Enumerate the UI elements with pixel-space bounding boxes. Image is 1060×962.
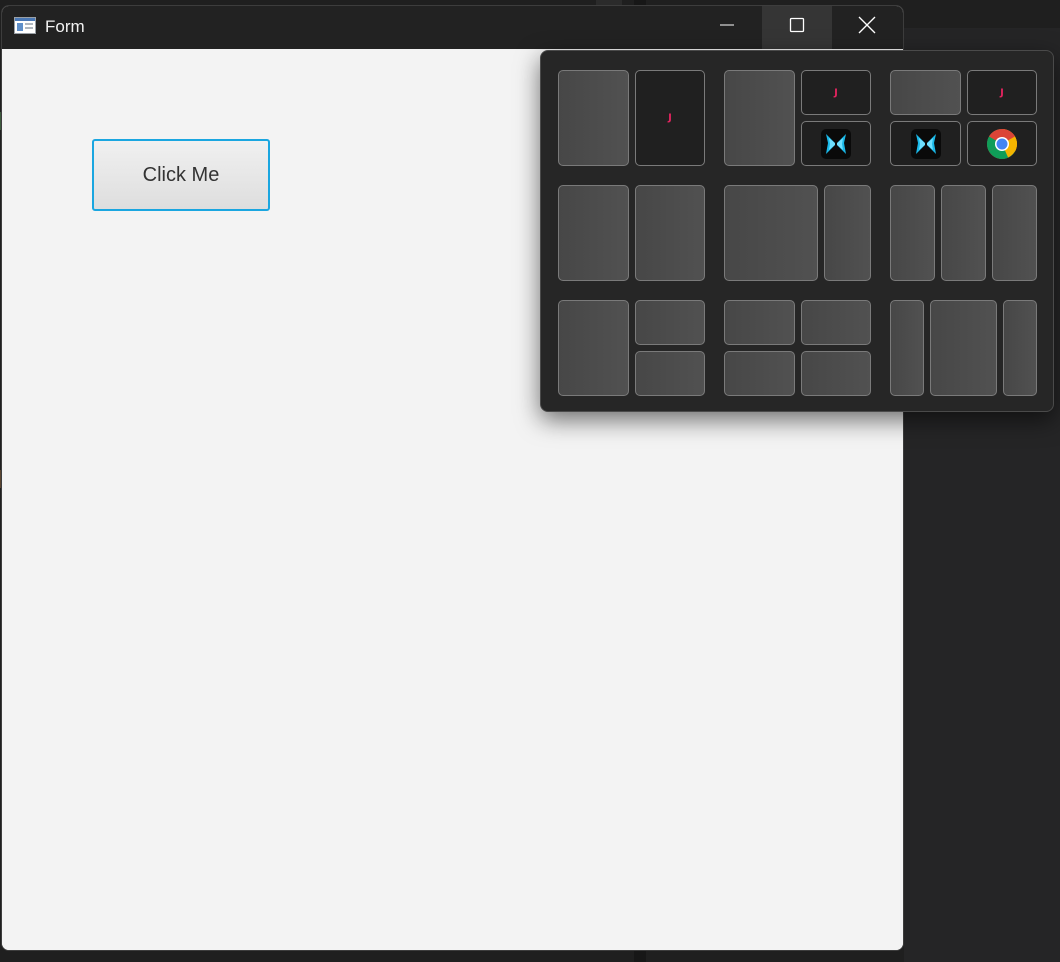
snap-layout-two-column: J xyxy=(558,70,705,166)
snap-zone[interactable] xyxy=(724,70,795,166)
snap-zone[interactable] xyxy=(992,185,1037,281)
minimize-icon xyxy=(719,17,735,38)
snap-layout-thirds xyxy=(890,185,1037,281)
snap-zone[interactable] xyxy=(558,70,629,166)
snap-layout-halves xyxy=(558,185,705,281)
snap-zone[interactable]: J xyxy=(967,70,1037,115)
chrome-icon xyxy=(986,128,1018,160)
snap-layout-quad xyxy=(724,300,871,396)
snap-zone[interactable] xyxy=(801,300,871,345)
snap-zone[interactable] xyxy=(890,185,935,281)
snap-zone[interactable] xyxy=(941,185,986,281)
snap-zone[interactable] xyxy=(890,121,961,166)
snap-zone[interactable] xyxy=(824,185,871,281)
snap-layout-quad: J xyxy=(890,70,1037,166)
close-icon xyxy=(858,16,876,39)
j-app-icon: J xyxy=(834,87,838,98)
snap-zone[interactable] xyxy=(967,121,1037,166)
snap-zone[interactable] xyxy=(635,351,705,396)
snap-zone[interactable] xyxy=(930,300,997,396)
snap-zone[interactable] xyxy=(558,300,629,396)
maximize-button[interactable] xyxy=(762,6,832,49)
snap-layout-left-and-stack xyxy=(558,300,705,396)
j-app-icon: J xyxy=(668,112,672,124)
maximize-icon xyxy=(789,17,805,38)
snap-zone[interactable] xyxy=(890,300,924,396)
snap-zone[interactable] xyxy=(1003,300,1037,396)
snap-layout-center-wide xyxy=(890,300,1037,396)
snap-zone[interactable] xyxy=(801,351,871,396)
snap-zone[interactable] xyxy=(558,185,629,281)
window-title: Form xyxy=(45,17,85,36)
snap-zone[interactable] xyxy=(724,351,795,396)
butterfly-icon xyxy=(821,128,851,159)
snap-zone[interactable] xyxy=(724,185,818,281)
snap-zone[interactable] xyxy=(724,300,795,345)
snap-zone[interactable] xyxy=(801,121,871,166)
close-button[interactable] xyxy=(832,6,902,49)
snap-layouts-flyout: J J J xyxy=(540,50,1054,412)
title-bar[interactable]: Form xyxy=(2,6,903,49)
butterfly-icon xyxy=(910,128,941,159)
snap-layout-two-thirds xyxy=(724,185,871,281)
snap-layout-left-and-stack: J xyxy=(724,70,871,166)
snap-zone[interactable]: J xyxy=(801,70,871,115)
snap-zone[interactable]: J xyxy=(635,70,705,166)
snap-zone[interactable] xyxy=(890,70,961,115)
click-me-button[interactable]: Click Me xyxy=(92,139,270,211)
form-app-icon xyxy=(14,17,36,34)
snap-zone[interactable] xyxy=(635,300,705,345)
snap-zone[interactable] xyxy=(635,185,705,281)
j-app-icon: J xyxy=(1000,87,1004,98)
minimize-button[interactable] xyxy=(692,6,762,49)
